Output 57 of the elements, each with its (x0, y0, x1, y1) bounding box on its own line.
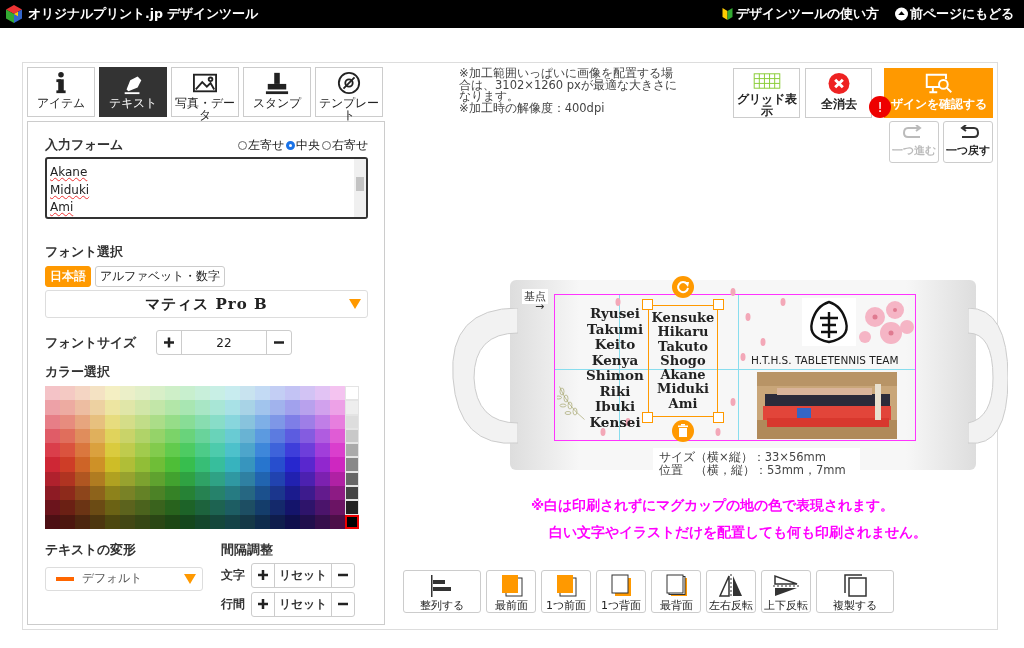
font-category-tab[interactable]: アルファベット・数字 (95, 266, 225, 287)
name-text[interactable]: Hikaru (657, 325, 709, 340)
header-link[interactable]: デザインツールの使い方 (721, 5, 879, 23)
name-text[interactable]: Ami (668, 396, 698, 412)
toolbar-button[interactable]: 1つ背面 (596, 570, 646, 613)
name-text[interactable]: Kenya (591, 352, 639, 368)
team-name-text[interactable]: H.T.H.S. TABLETENNIS TEAM (751, 354, 899, 366)
name-text[interactable]: Kensei (589, 414, 641, 430)
note-text: ※加工範囲いっぱいに画像を配置する場合は、3102×1260 pxが最適な大きさになります。 (459, 68, 678, 103)
toolbar-button[interactable]: 最前面 (486, 570, 536, 613)
text-input-field[interactable]: Akane Miduki Ami (45, 157, 368, 219)
alignment-radio[interactable]: 右寄せ (322, 137, 368, 153)
history-button[interactable]: 一つ戻す (943, 121, 993, 163)
tool-tab[interactable]: テキスト (99, 67, 167, 117)
name-text[interactable]: Shimon (586, 368, 644, 384)
text-transform-label: テキストの変形 (45, 540, 137, 559)
name-text[interactable]: Keito (594, 337, 636, 353)
action-button[interactable]: 全消去 (805, 68, 872, 118)
name-text[interactable]: Akane (660, 368, 706, 383)
spacing-type-label: 文字 (221, 567, 245, 583)
font-dropdown[interactable]: マティス Pro B (45, 290, 368, 318)
name-text[interactable]: Takuto (658, 339, 708, 354)
toolbar-button[interactable]: 複製する (816, 570, 894, 613)
input-form-label: 入力フォーム (45, 136, 123, 154)
font-size-label: フォントサイズ (45, 333, 136, 352)
toolbar-button[interactable]: 最背面 (651, 570, 701, 613)
tool-tab[interactable]: アイテム (27, 67, 95, 117)
position-text: 位置 （横，縦）：53mm，7mm (659, 464, 847, 477)
transform-dropdown[interactable]: デフォルト (45, 566, 203, 591)
name-text[interactable]: Kensuke (651, 311, 715, 326)
origin-label: 基点 (522, 289, 548, 304)
header-link[interactable]: 前ページにもどる (895, 5, 1014, 23)
spacing-label: 間隔調整 (221, 540, 274, 559)
name-text[interactable]: Ibuki (594, 399, 636, 415)
reset-button[interactable]: リセット (274, 563, 332, 587)
alignment-radio[interactable]: 中央 (286, 137, 320, 153)
name-text[interactable]: Ryusei (590, 306, 640, 322)
reset-button[interactable]: リセット (274, 592, 332, 616)
toolbar-button[interactable]: 左右反転 (706, 570, 756, 613)
toolbar-button[interactable]: 1つ前面 (541, 570, 591, 613)
font-select-label: フォント選択 (45, 243, 124, 261)
name-text[interactable]: Takumi (586, 321, 644, 337)
alignment-radio[interactable]: 左寄せ (238, 137, 284, 153)
app-title: オリジナルプリント.jp デザインツール (28, 5, 259, 23)
spacing-type-label: 行間 (221, 596, 245, 612)
size-text: サイズ（横×縦）：33×56mm (659, 451, 827, 464)
name-text[interactable]: Shogo (660, 353, 706, 369)
color-select-label: カラー選択 (45, 363, 111, 381)
warning-text: 白い文字やイラストだけを配置しても何も印刷されません。 (548, 524, 928, 540)
name-text[interactable]: Miduki (657, 382, 709, 397)
toolbar-button[interactable]: 上下反転 (761, 570, 811, 613)
name-text[interactable]: Riki (599, 383, 631, 399)
warning-text: ※白は印刷されずにマグカップの地の色で表現されます。 (530, 497, 896, 513)
tool-tab[interactable]: スタンプ (243, 67, 311, 117)
toolbar-button[interactable]: 整列する (403, 570, 481, 613)
note-text: ※加工時の解像度：400dpi (459, 102, 606, 114)
action-button[interactable]: グリッド表示 (733, 68, 800, 118)
